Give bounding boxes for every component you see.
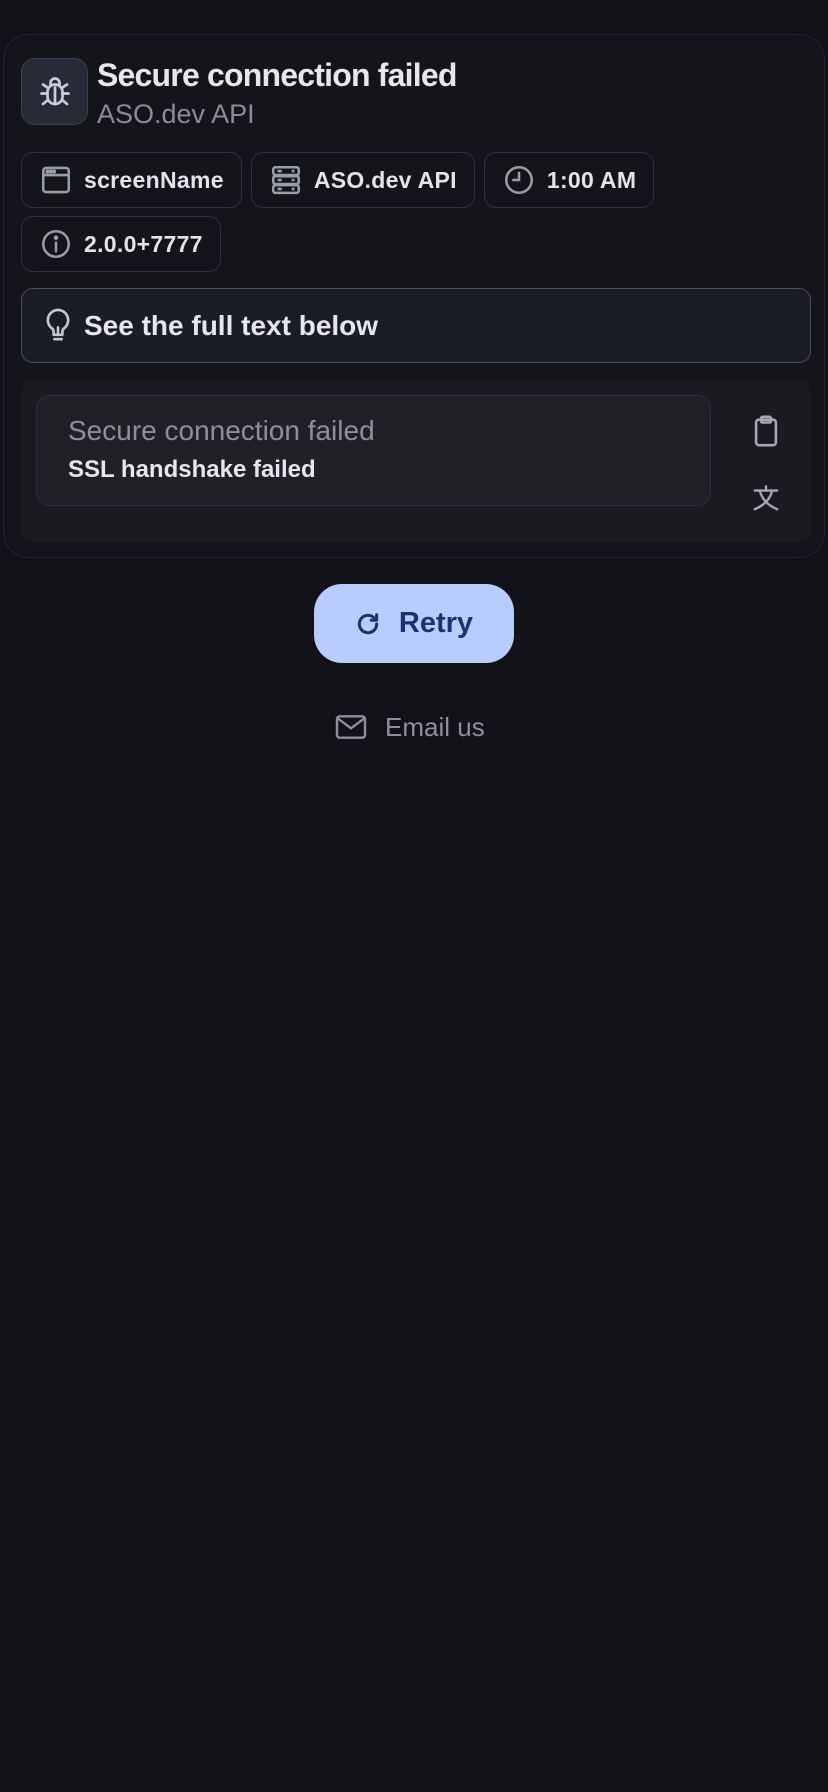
translate-icon xyxy=(753,484,779,511)
window-icon xyxy=(41,166,71,194)
retry-label: Retry xyxy=(398,607,474,639)
clipboard-icon xyxy=(754,415,778,447)
bug-icon xyxy=(39,76,70,105)
hint-banner: See the full text below xyxy=(21,288,811,363)
message-title: Secure connection failed xyxy=(68,415,375,446)
chip-label: screenName xyxy=(84,166,224,193)
chip-label: 1:00 AM xyxy=(546,166,637,193)
email-us-link[interactable]: Email us xyxy=(335,707,485,747)
message-detail: SSL handshake failed xyxy=(68,456,316,483)
chip-label: 2.0.0+7777 xyxy=(84,230,203,257)
bug-badge xyxy=(21,58,88,125)
error-header: Secure connection failed ASO.dev API xyxy=(21,57,457,129)
error-subtitle: ASO.dev API xyxy=(97,99,255,129)
copy-button[interactable] xyxy=(744,409,788,453)
hint-text: See the full text below xyxy=(84,309,379,341)
lightbulb-icon xyxy=(46,308,70,340)
chip-version: 2.0.0+7777 xyxy=(21,216,221,272)
mail-icon xyxy=(335,715,367,739)
error-title: Secure connection failed xyxy=(97,57,457,93)
chip-row-1: screenName ASO.dev API 1:00 AM xyxy=(21,152,655,208)
clock-icon xyxy=(504,165,533,195)
info-icon xyxy=(41,229,71,259)
message-panel: Secure connection failed SSL handshake f… xyxy=(21,380,811,542)
chip-row-2: 2.0.0+7777 xyxy=(21,216,221,272)
email-label: Email us xyxy=(385,711,485,742)
translate-button[interactable] xyxy=(744,476,788,520)
server-icon xyxy=(271,165,300,195)
chip-label: ASO.dev API xyxy=(313,166,457,193)
chip-api: ASO.dev API xyxy=(250,152,475,208)
title-group: Secure connection failed ASO.dev API xyxy=(97,54,457,132)
message-box[interactable]: Secure connection failed SSL handshake f… xyxy=(36,395,711,506)
chip-screen-name: screenName xyxy=(21,152,242,208)
retry-button[interactable]: Retry xyxy=(314,584,514,663)
error-card: Secure connection failed ASO.dev API scr… xyxy=(3,34,825,558)
refresh-icon xyxy=(357,612,379,634)
chip-time: 1:00 AM xyxy=(483,152,655,208)
